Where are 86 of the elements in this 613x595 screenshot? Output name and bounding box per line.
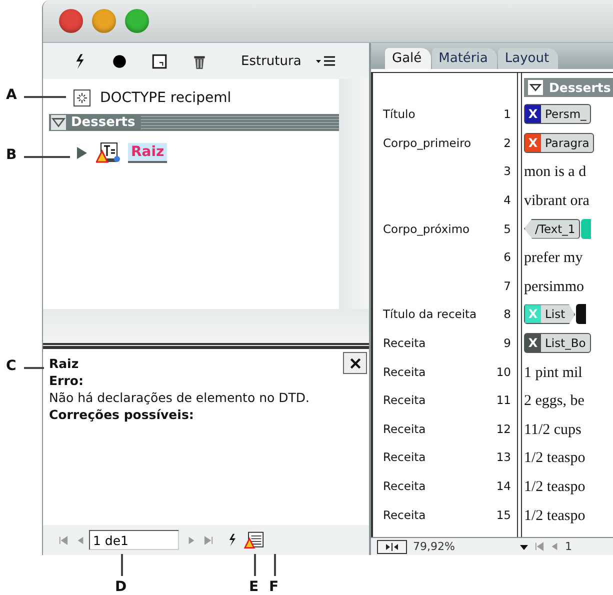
paragraph-style-label: Receita bbox=[383, 393, 426, 408]
line-number: 9 bbox=[504, 336, 511, 350]
tag-marker[interactable]: X Paragra bbox=[524, 132, 594, 153]
end-tag-marker[interactable]: /Text_1 bbox=[524, 218, 580, 239]
doctype-icon bbox=[73, 89, 91, 107]
story-text: vibrant ora bbox=[524, 193, 590, 210]
line-number: 5 bbox=[504, 222, 511, 236]
leader-line bbox=[274, 554, 276, 576]
line-number: 7 bbox=[504, 278, 511, 293]
story-header-bar[interactable]: Desserts bbox=[524, 78, 613, 97]
line-number: 12 bbox=[496, 422, 511, 436]
dot-icon[interactable] bbox=[111, 52, 128, 70]
story-text: 1 pint mil bbox=[524, 364, 582, 381]
minimize-window-button[interactable] bbox=[92, 9, 116, 33]
story-text: 11/2 cups bbox=[524, 422, 582, 438]
tag-marker[interactable]: X Persm_ bbox=[524, 104, 592, 124]
callout-letter: B bbox=[6, 146, 17, 164]
paragraph-style-label: Título bbox=[383, 107, 416, 122]
story-text: 1/2 teaspo bbox=[524, 479, 586, 496]
last-page-icon[interactable] bbox=[204, 536, 213, 544]
story-text: 2 eggs, be bbox=[524, 393, 584, 410]
tag-marker-edge[interactable] bbox=[576, 304, 586, 324]
error-element-name: Raiz bbox=[49, 355, 80, 372]
close-window-button[interactable] bbox=[59, 9, 83, 33]
line-number: 11 bbox=[496, 393, 511, 408]
story-text: persimmo bbox=[524, 278, 584, 295]
splitter-icon[interactable] bbox=[377, 540, 407, 554]
doctype-label: DOCTYPE recipeml bbox=[100, 90, 232, 106]
line-number: 15 bbox=[496, 508, 511, 522]
line-number: 6 bbox=[504, 250, 511, 264]
line-number: 3 bbox=[504, 164, 511, 178]
panel-title: Estrutura bbox=[241, 54, 302, 68]
list-warning-icon[interactable] bbox=[244, 530, 264, 550]
paragraph-style-label: Receita bbox=[383, 364, 426, 379]
callout-letter: D bbox=[115, 578, 127, 595]
close-button[interactable] bbox=[343, 352, 367, 374]
callout-letter: F bbox=[269, 578, 279, 595]
expand-toggle-icon[interactable] bbox=[51, 115, 66, 130]
zoom-window-button[interactable] bbox=[125, 9, 149, 33]
paragraph-style-label: Corpo_primeiro bbox=[383, 136, 472, 150]
line-number: 10 bbox=[496, 364, 511, 379]
paragraph-style-label: Receita bbox=[383, 336, 426, 350]
tag-marker-edge[interactable] bbox=[581, 218, 592, 239]
story-text: 1/2 teaspo bbox=[524, 508, 586, 524]
paragraph-style-label: Receita bbox=[383, 450, 426, 464]
leader-line bbox=[121, 554, 123, 576]
tab[interactable]: Matéria bbox=[432, 48, 497, 69]
dropdown-arrow-icon[interactable] bbox=[519, 542, 529, 550]
tab[interactable]: Galé bbox=[385, 48, 431, 69]
callout-letter: E bbox=[249, 578, 259, 595]
leader-line bbox=[24, 156, 70, 158]
line-number: 14 bbox=[496, 479, 511, 494]
section-bar[interactable]: Desserts bbox=[49, 114, 339, 131]
leader-line bbox=[24, 96, 66, 98]
leader-line bbox=[24, 367, 44, 369]
page-number[interactable]: 1 bbox=[565, 540, 572, 553]
error-message: Não há declarações de elemento no DTD. bbox=[49, 389, 310, 406]
tab[interactable]: Layout bbox=[498, 48, 558, 69]
leader-line bbox=[254, 554, 256, 576]
fixes-heading: Correções possíveis: bbox=[49, 406, 195, 423]
panel-menu-icon[interactable] bbox=[316, 55, 336, 67]
zoom-field[interactable]: 79,92% bbox=[413, 540, 513, 553]
callout-letter: A bbox=[6, 86, 17, 104]
page-field[interactable]: 1 de1 bbox=[89, 530, 179, 550]
line-number: 2 bbox=[504, 136, 511, 150]
expand-toggle-icon[interactable] bbox=[528, 80, 543, 95]
tag-marker[interactable]: X List_Bo bbox=[524, 333, 591, 354]
story-text: 1/2 teaspo bbox=[524, 450, 586, 466]
line-number: 4 bbox=[504, 193, 511, 208]
paragraph-style-label: Corpo_próximo bbox=[383, 222, 470, 236]
expand-arrow-icon[interactable] bbox=[76, 146, 88, 160]
new-element-icon[interactable] bbox=[151, 52, 168, 70]
line-number: 13 bbox=[496, 450, 511, 464]
close-icon bbox=[348, 356, 362, 370]
callout-letter: C bbox=[6, 357, 16, 375]
story-text: prefer my bbox=[524, 250, 583, 266]
line-number: 1 bbox=[504, 107, 511, 122]
paragraph-style-label: Título da receita bbox=[383, 307, 477, 322]
paragraph-style-label: Receita bbox=[383, 508, 426, 522]
paragraph-style-label: Receita bbox=[383, 479, 426, 494]
vertical-scrollbar[interactable] bbox=[339, 79, 369, 309]
tag-marker[interactable]: X List bbox=[524, 304, 576, 324]
story-text: mon is a d bbox=[524, 164, 586, 180]
line-number: 8 bbox=[504, 307, 511, 322]
paragraph-style-label: Receita bbox=[383, 422, 426, 436]
error-heading: Erro: bbox=[49, 372, 84, 389]
